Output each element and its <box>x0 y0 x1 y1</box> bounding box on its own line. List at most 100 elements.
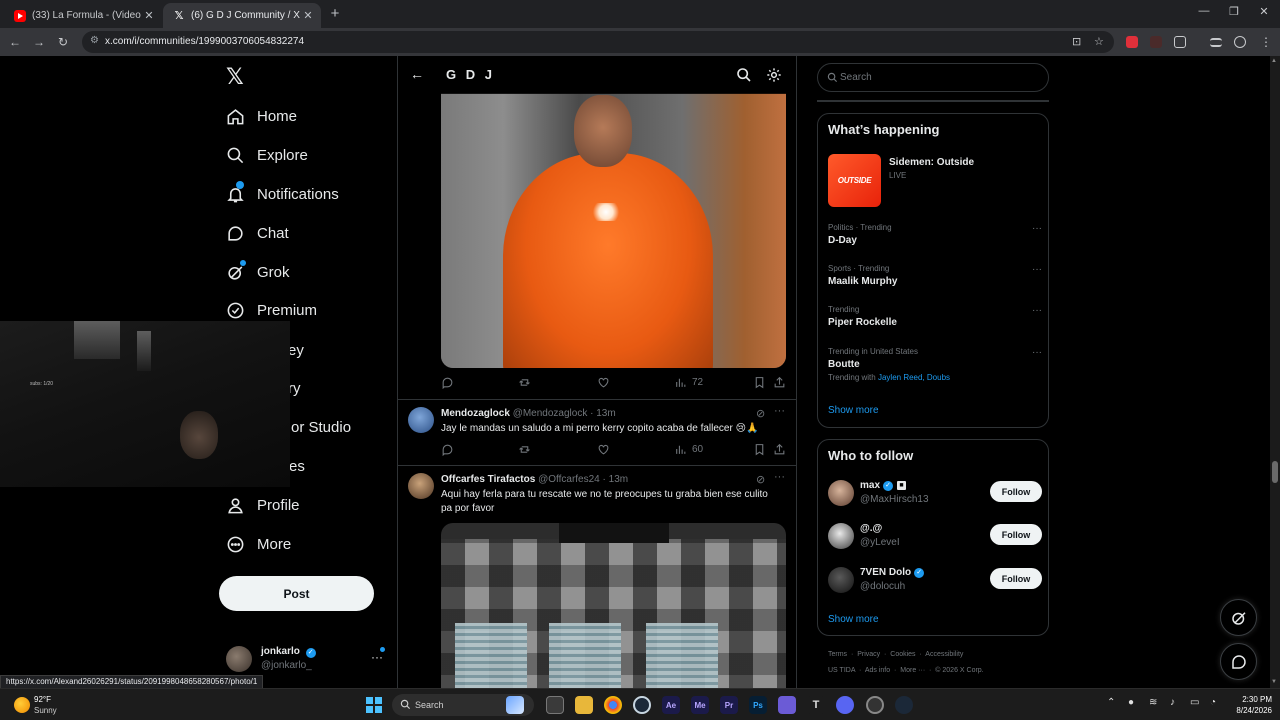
follow-suggestion[interactable]: max ✓ ■ @MaxHirsch13 Follow <box>828 478 1042 510</box>
post-image[interactable] <box>441 93 786 368</box>
x-logo-icon[interactable]: 𝕏 <box>226 64 244 90</box>
after-effects-icon[interactable]: Ae <box>662 696 680 714</box>
close-icon[interactable]: ✕ <box>142 9 156 22</box>
window-close-icon[interactable]: ✕ <box>1256 5 1272 18</box>
tweet-time[interactable]: · 13m <box>590 408 616 419</box>
more-icon[interactable]: ··· <box>774 471 785 483</box>
gear-icon[interactable] <box>766 67 782 83</box>
speaker-icon[interactable]: ♪ <box>1170 697 1175 708</box>
footer-link[interactable]: Ads info <box>865 667 890 674</box>
url-text[interactable]: x.com/i/communities/1999003706054832274 <box>105 36 304 47</box>
like-icon[interactable] <box>597 376 615 389</box>
tweet-handle[interactable]: @Mendozaglock <box>513 408 588 419</box>
trend-item[interactable]: Trending Piper Rockelle ··· <box>828 305 1042 328</box>
tweet-author[interactable]: Offcarfes Tirafactos <box>441 474 535 485</box>
follow-suggestion[interactable]: @.@ @yLeveI Follow <box>828 521 1042 553</box>
nav-home[interactable]: Home <box>226 101 297 131</box>
tray-app-icon[interactable]: ● <box>1128 697 1134 708</box>
more-icon[interactable]: ··· <box>1032 305 1042 316</box>
reply-icon[interactable] <box>441 443 459 456</box>
obs-icon[interactable] <box>633 696 651 714</box>
search-input[interactable]: Search <box>817 63 1049 92</box>
nav-partial-item[interactable]: ey <box>288 335 304 365</box>
more-icon[interactable]: ··· <box>1032 347 1042 358</box>
nav-chat[interactable]: Chat <box>226 218 289 248</box>
nav-more[interactable]: More <box>226 529 291 559</box>
restore-icon[interactable]: ❐ <box>1226 5 1242 18</box>
views-count[interactable]: 72 <box>674 376 703 389</box>
show-more-link[interactable]: Show more <box>828 614 879 625</box>
minimize-icon[interactable]: — <box>1196 5 1212 17</box>
avatar[interactable] <box>408 473 434 499</box>
footer-link[interactable]: Privacy <box>857 651 880 658</box>
show-more-link[interactable]: Show more <box>828 405 879 416</box>
share-icon[interactable] <box>773 376 791 389</box>
weather-description[interactable]: Sunny <box>34 706 57 715</box>
trend-item[interactable]: Trending in United States Boutte Trendin… <box>828 347 1042 382</box>
app-icon[interactable] <box>866 696 884 714</box>
avatar[interactable] <box>408 407 434 433</box>
battery-icon[interactable]: ▭ <box>1190 697 1199 708</box>
page-scrollbar[interactable]: ▲ ▼ <box>1270 56 1280 688</box>
app-icon[interactable] <box>778 696 796 714</box>
chrome-icon[interactable] <box>604 696 622 714</box>
repost-icon[interactable] <box>518 443 536 456</box>
live-thumbnail[interactable]: OUTSIDE <box>828 154 881 207</box>
media-control-icon[interactable] <box>1210 38 1222 47</box>
steam-icon[interactable] <box>895 696 913 714</box>
reload-icon[interactable]: ↻ <box>55 34 71 50</box>
search-icon[interactable] <box>736 67 752 83</box>
browser-menu-icon[interactable]: ⋮ <box>1258 34 1274 50</box>
messages-fab-button[interactable] <box>1220 643 1257 680</box>
views-count[interactable]: 60 <box>674 443 703 456</box>
trend-item[interactable]: Politics · Trending D-Day ··· <box>828 223 1042 246</box>
back-arrow-icon[interactable]: ← <box>7 34 23 50</box>
footer-link[interactable]: Accessibility <box>925 651 963 658</box>
scrollbar-thumb[interactable] <box>1272 461 1278 483</box>
tweet-author[interactable]: Mendozaglock <box>441 408 510 419</box>
tweet-handle[interactable]: @Offcarfes24 <box>538 474 600 485</box>
extension-icon[interactable] <box>1150 36 1162 48</box>
footer-link[interactable]: Terms <box>828 651 847 658</box>
nav-partial-item[interactable]: es <box>289 451 305 481</box>
nav-notifications[interactable]: Notifications <box>226 179 339 209</box>
trend-related-links[interactable]: Jaylen Reed, Doubs <box>878 373 950 382</box>
follow-button[interactable]: Follow <box>990 568 1042 589</box>
grok-fab-button[interactable] <box>1220 599 1257 636</box>
share-icon[interactable] <box>773 443 791 456</box>
nav-creator-studio[interactable]: or Studio <box>291 412 351 442</box>
scroll-down-icon[interactable]: ▼ <box>1271 679 1277 685</box>
footer-link[interactable]: More ··· <box>900 667 925 674</box>
tab-x-community[interactable]: 𝕏 (6) G D J Community / X ✕ <box>163 3 321 28</box>
address-bar[interactable]: ⚙ x.com/i/communities/199900370605483227… <box>82 31 1114 53</box>
post-button[interactable]: Post <box>219 576 374 611</box>
forward-arrow-icon[interactable]: → <box>31 34 47 50</box>
photoshop-icon[interactable]: Ps <box>749 696 767 714</box>
bookmark-icon[interactable] <box>753 443 771 456</box>
new-tab-button[interactable]: + <box>326 5 344 23</box>
discord-icon[interactable] <box>836 696 854 714</box>
taskbar-clock[interactable]: 2:30 PM 8/24/2026 <box>1226 694 1272 716</box>
account-more-icon[interactable]: ··· <box>371 650 383 664</box>
footer-link[interactable]: US TIDA <box>828 667 855 674</box>
media-encoder-icon[interactable]: Me <box>691 696 709 714</box>
tray-overflow-icon[interactable]: ⌃ <box>1107 697 1115 708</box>
task-view-icon[interactable] <box>546 696 564 714</box>
weather-temperature[interactable]: 92°F <box>34 695 51 704</box>
post-image[interactable] <box>441 523 786 688</box>
start-button[interactable] <box>366 697 382 713</box>
extensions-puzzle-icon[interactable] <box>1174 36 1186 48</box>
text-app-icon[interactable]: T <box>807 696 825 714</box>
more-icon[interactable]: ··· <box>1032 223 1042 234</box>
back-arrow-icon[interactable]: ← <box>410 66 424 82</box>
weather-sun-icon[interactable] <box>14 697 30 713</box>
follow-button[interactable]: Follow <box>990 481 1042 502</box>
footer-link[interactable]: Cookies <box>890 651 915 658</box>
site-info-icon[interactable]: ⚙ <box>90 35 99 46</box>
scroll-up-icon[interactable]: ▲ <box>1271 58 1277 64</box>
bookmark-icon[interactable] <box>753 376 771 389</box>
grok-icon[interactable]: ⊘ <box>756 473 765 486</box>
adblock-extension-icon[interactable] <box>1126 36 1138 48</box>
nav-explore[interactable]: Explore <box>226 140 308 170</box>
like-icon[interactable] <box>597 443 615 456</box>
